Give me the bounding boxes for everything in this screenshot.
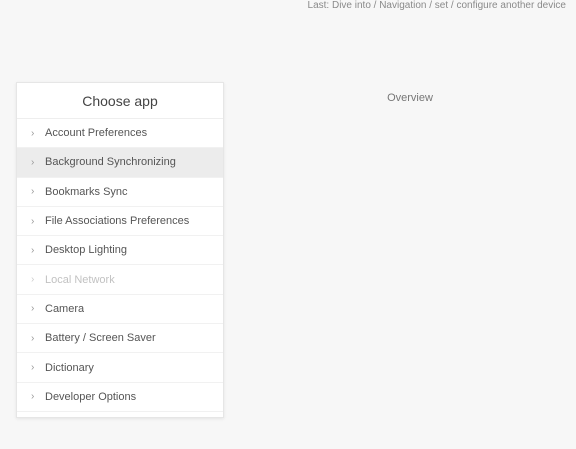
- app-list-item[interactable]: › Camera: [17, 295, 223, 325]
- chevron-right-icon: ›: [31, 332, 35, 344]
- app-list-item-disabled: › Local Network: [17, 265, 223, 295]
- chevron-right-icon: ›: [31, 303, 35, 315]
- chevron-right-icon: ›: [31, 186, 35, 198]
- chevron-right-icon: ›: [31, 274, 35, 286]
- app-list-item[interactable]: › Desktop Lighting: [17, 236, 223, 266]
- app-list-item-label: Developer Options: [45, 390, 137, 403]
- app-list-item-label: Dictionary: [45, 361, 94, 374]
- app-list-item[interactable]: › Bookmarks Sync: [17, 178, 223, 207]
- breadcrumb-note: Last: Dive into / Navigation / set / con…: [307, 0, 566, 11]
- app-list-item-selected[interactable]: › Background Synchronizing: [17, 148, 223, 178]
- chevron-right-icon: ›: [31, 244, 35, 256]
- app-chooser-title: Choose app: [17, 83, 223, 119]
- chevron-right-icon: ›: [31, 156, 35, 168]
- app-list-item-label: Battery / Screen Saver: [45, 332, 156, 345]
- app-list-item[interactable]: › Account Preferences: [17, 119, 223, 149]
- app-list-item[interactable]: › File Associations Preferences: [17, 207, 223, 237]
- chevron-right-icon: ›: [31, 362, 35, 374]
- app-list-item-label: Local Network: [45, 273, 115, 286]
- app-list-item-label: Bookmarks Sync: [45, 185, 128, 198]
- app-list-item[interactable]: › Developer Options: [17, 383, 223, 412]
- chevron-right-icon: ›: [31, 215, 35, 227]
- app-chooser-card: Choose app › Account Preferences › Backg…: [16, 82, 224, 418]
- panel-heading: Overview: [387, 92, 433, 104]
- app-list-item-label: Account Preferences: [45, 127, 148, 140]
- app-list-item-label: Camera: [45, 302, 85, 315]
- app-list-item-label: Background Synchronizing: [45, 156, 176, 169]
- chevron-right-icon: ›: [31, 391, 35, 403]
- app-list-item[interactable]: › Dictionary: [17, 353, 223, 383]
- chevron-right-icon: ›: [31, 127, 35, 139]
- app-list-item-label: Desktop Lighting: [45, 244, 127, 257]
- app-list: › Account Preferences › Background Synch…: [17, 119, 223, 412]
- app-list-item[interactable]: › Battery / Screen Saver: [17, 324, 223, 354]
- app-list-item-label: File Associations Preferences: [45, 215, 190, 228]
